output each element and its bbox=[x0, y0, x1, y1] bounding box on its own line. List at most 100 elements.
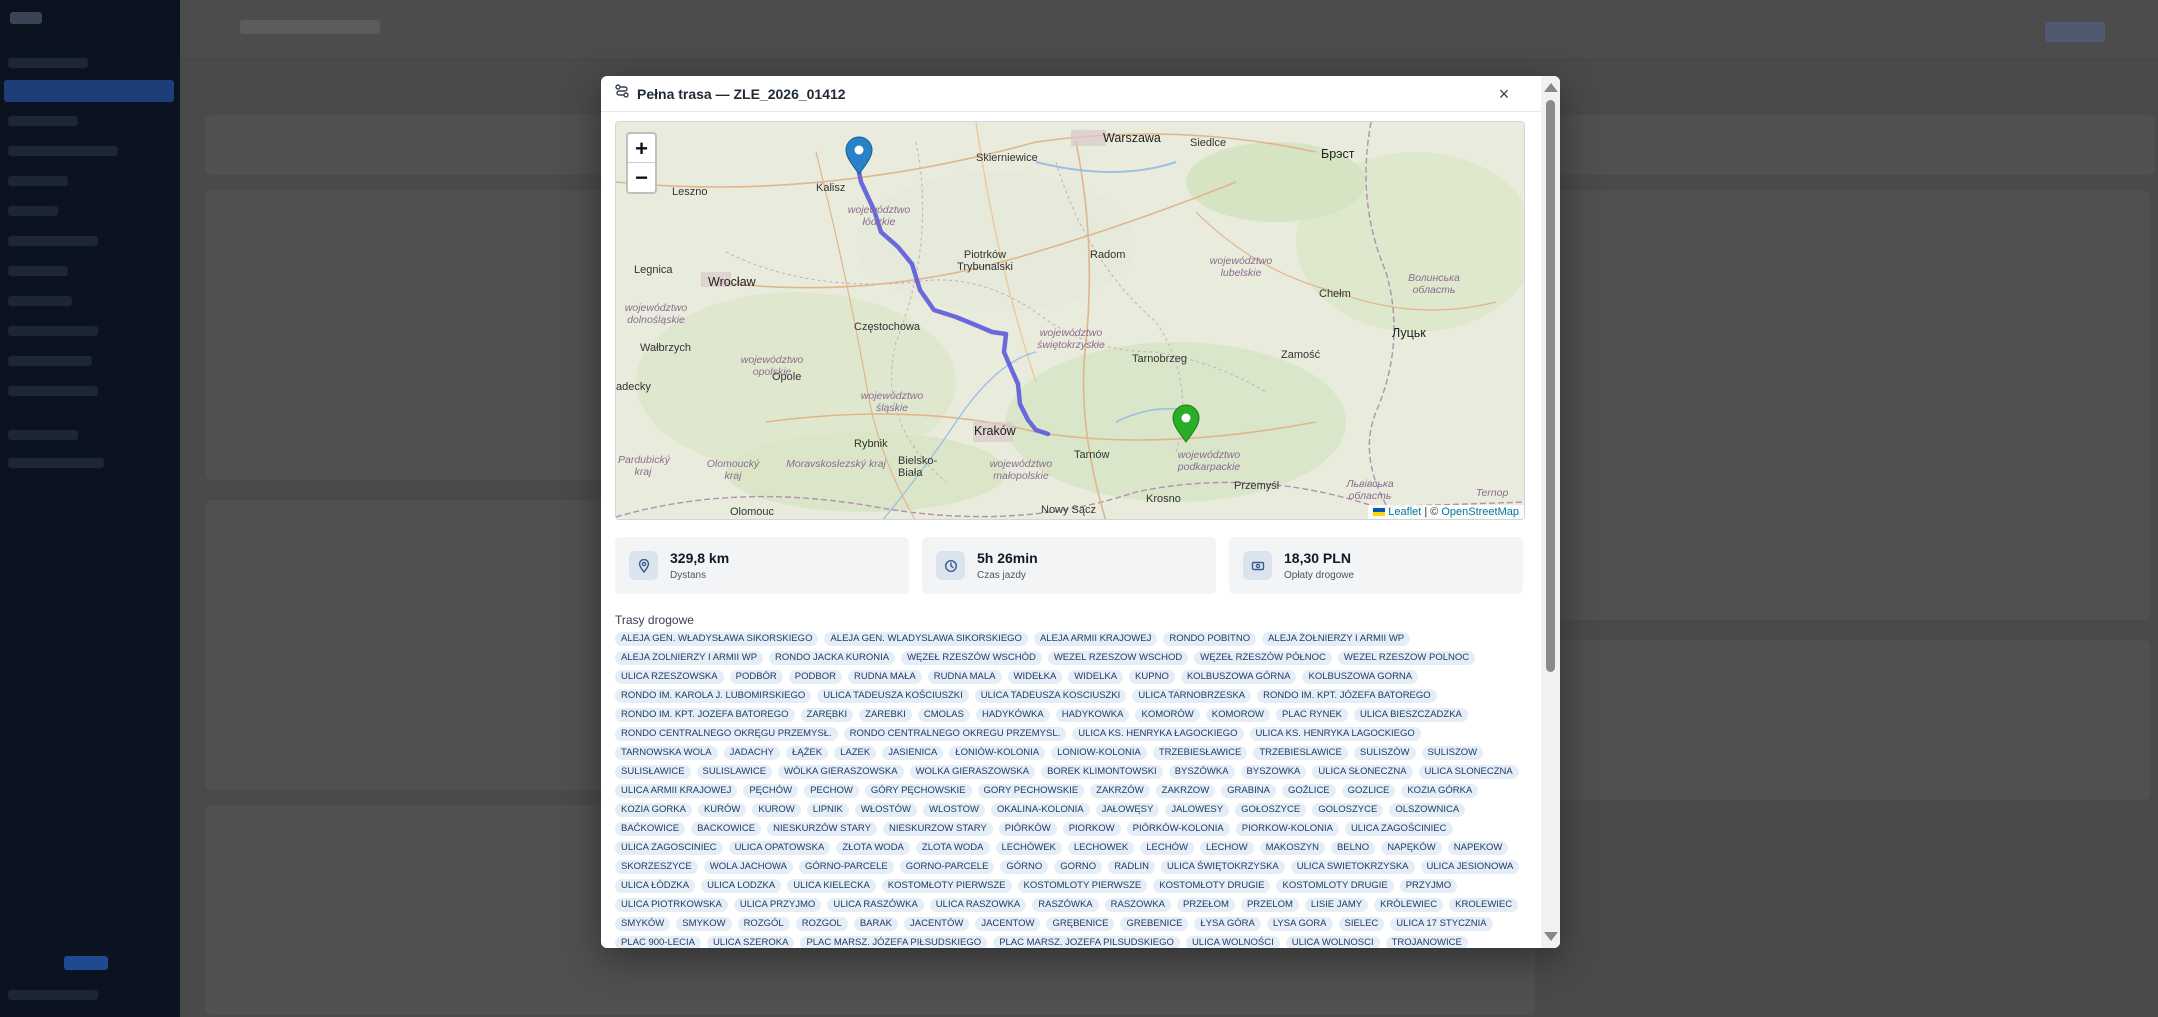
road-tag: ULICA RZESZOWSKA bbox=[615, 670, 724, 684]
map-label-city: Chełm bbox=[1319, 288, 1351, 300]
road-tag: BELNO bbox=[1330, 841, 1376, 855]
map-label-city: Nowy Sącz bbox=[1041, 504, 1097, 516]
map-label-city: Legnica bbox=[634, 264, 673, 276]
road-tag: PIÓRKÓW-KOLONIA bbox=[1126, 822, 1230, 836]
leaflet-link[interactable]: Leaflet bbox=[1388, 506, 1421, 518]
map-label-city: Warszawa bbox=[1103, 131, 1161, 145]
road-tag: KOMORÓW bbox=[1135, 708, 1200, 722]
road-tag: ULICA BIESZCZADZKA bbox=[1354, 708, 1468, 722]
road-tag: ŁYSA GÓRA bbox=[1194, 917, 1261, 931]
road-tag: OKALINA-KOLONIA bbox=[991, 803, 1090, 817]
road-tag: ALEJA ŻOŁNIERZY I ARMII WP bbox=[1262, 632, 1411, 646]
road-tag: KOZIA GÓRKA bbox=[1401, 784, 1479, 798]
road-tag: GÓRNO-PARCELE bbox=[799, 860, 894, 874]
road-tag: ROZGOL bbox=[795, 917, 848, 931]
map-label-city: Skierniewice bbox=[976, 152, 1038, 164]
road-tag: ŁONIÓW-KOLONIA bbox=[949, 746, 1046, 760]
map-label-city: Krosno bbox=[1146, 493, 1181, 505]
map-label-region: województwo lubelskie bbox=[1209, 255, 1273, 279]
road-tag: ULICA LODZKA bbox=[701, 879, 782, 893]
road-tag: WOLA JACHOWA bbox=[703, 860, 793, 874]
road-tag: ULICA TARNOBRZESKA bbox=[1132, 689, 1252, 703]
road-tag: PIÓRKÓW bbox=[998, 822, 1057, 836]
modal-scrollbar[interactable] bbox=[1541, 76, 1560, 948]
stat-value: 18,30 PLN bbox=[1284, 550, 1351, 566]
close-button[interactable]: × bbox=[1495, 85, 1513, 103]
road-tag: ULICA WOLNOSCI bbox=[1285, 936, 1380, 948]
road-tag: ULICA SWIETOKRZYSKA bbox=[1290, 860, 1415, 874]
road-tag: NAPĘKÓW bbox=[1381, 841, 1442, 855]
road-tag: RONDO CENTRALNEGO OKRĘGU PRZEMYSŁ. bbox=[615, 727, 838, 741]
scroll-thumb[interactable] bbox=[1546, 100, 1555, 672]
road-tag: PECHOW bbox=[804, 784, 859, 798]
road-tag: BARAK bbox=[853, 917, 899, 931]
road-tag: JAŁOWĘSY bbox=[1095, 803, 1160, 817]
road-tag: GRĘBENICE bbox=[1046, 917, 1115, 931]
modal-header: Pełna trasa — ZLE_2026_01412 × bbox=[601, 76, 1541, 112]
zoom-control: + − bbox=[626, 132, 657, 194]
road-tag: ULICA WOLNOŚCI bbox=[1185, 936, 1280, 948]
road-tag: ULICA ŁÓDZKA bbox=[615, 879, 696, 893]
road-tag: WÓLKA GIERASZOWSKA bbox=[778, 765, 904, 779]
roads-section-title: Trasy drogowe bbox=[615, 613, 694, 627]
road-tag: GORY PECHOWSKIE bbox=[977, 784, 1085, 798]
road-tag: GOŹLICE bbox=[1281, 784, 1336, 798]
road-tag: SULISZÓW bbox=[1353, 746, 1416, 760]
road-tag: SIELEC bbox=[1338, 917, 1385, 931]
route-modal: Pełna trasa — ZLE_2026_01412 × Warszawa … bbox=[601, 76, 1560, 948]
road-tag: ULICA RASZÓWKA bbox=[827, 898, 924, 912]
road-tag: ULICA 17 STYCZNIA bbox=[1390, 917, 1493, 931]
openstreetmap-link[interactable]: OpenStreetMap bbox=[1441, 506, 1519, 518]
road-tag: RONDO IM. KPT. JÓZEFA BATOREGO bbox=[1257, 689, 1437, 703]
zoom-out-button[interactable]: − bbox=[628, 163, 655, 192]
road-tag: TROJANOWICE bbox=[1385, 936, 1468, 948]
road-tag: ULICA ZAGOŚCINIEC bbox=[1344, 822, 1453, 836]
road-tag: RONDO CENTRALNEGO OKREGU PRZEMYSL. bbox=[843, 727, 1067, 741]
map-label-city: Leszno bbox=[672, 186, 708, 198]
road-tag: RONDO IM. KPT. JOZEFA BATOREGO bbox=[615, 708, 795, 722]
road-tag: WEZEL RZESZOW WSCHOD bbox=[1047, 651, 1189, 665]
road-tag: ULICA PRZYJMO bbox=[733, 898, 822, 912]
road-tag: RONDO JACKA KURONIA bbox=[769, 651, 896, 665]
app-root: Pełna trasa — ZLE_2026_01412 × Warszawa … bbox=[0, 0, 2158, 1017]
road-tag: ZAKRZÓW bbox=[1090, 784, 1150, 798]
stat-label: Opłaty drogowe bbox=[1284, 570, 1355, 581]
clock-icon bbox=[936, 551, 965, 580]
road-tag: RUDNA MAŁA bbox=[847, 670, 922, 684]
road-tag: SKORZESZYCE bbox=[615, 860, 698, 874]
map-label-region: województwo podkarpackie bbox=[1177, 449, 1241, 473]
road-tag: ZAREBKI bbox=[859, 708, 912, 722]
road-tag: MAKOSZYN bbox=[1259, 841, 1325, 855]
road-tag: KOSTOMŁOTY PIERWSZE bbox=[881, 879, 1012, 893]
road-tag: TRZEBIESLAWICE bbox=[1253, 746, 1348, 760]
road-tag: WIDEŁKA bbox=[1007, 670, 1063, 684]
stat-duration: 5h 26min Czas jazdy bbox=[922, 537, 1216, 594]
map-label-city: Tarnów bbox=[1074, 449, 1110, 461]
map-label-city: Kalisz bbox=[816, 182, 846, 194]
scroll-up-arrow-icon[interactable] bbox=[1544, 83, 1558, 92]
zoom-in-button[interactable]: + bbox=[628, 134, 655, 163]
map-label-city: Луцьк bbox=[1392, 326, 1426, 340]
road-tag: SULISZOW bbox=[1421, 746, 1484, 760]
road-tag: WEZEL RZESZOW POLNOC bbox=[1337, 651, 1476, 665]
road-tag: LECHÓWEK bbox=[995, 841, 1062, 855]
road-tag: KUROW bbox=[752, 803, 801, 817]
road-tag: WIDELKA bbox=[1068, 670, 1124, 684]
road-tag: BAĆKOWICE bbox=[615, 822, 686, 836]
ukraine-flag-icon bbox=[1373, 508, 1386, 516]
road-tag: RONDO IM. KAROLA J. LUBOMIRSKIEGO bbox=[615, 689, 812, 703]
stat-value: 329,8 km bbox=[670, 550, 730, 566]
road-tag: ALEJA ARMII KRAJOWEJ bbox=[1033, 632, 1158, 646]
map-label-region: Moravskoslezský kraj bbox=[786, 458, 886, 470]
road-tag: BOREK KLIMONTOWSKI bbox=[1041, 765, 1163, 779]
road-tag: HADYKOWKA bbox=[1055, 708, 1130, 722]
road-tag: KOSTOMŁOTY DRUGIE bbox=[1153, 879, 1271, 893]
road-tag: KOMOROW bbox=[1205, 708, 1270, 722]
road-tag: RASZOWKA bbox=[1104, 898, 1172, 912]
road-tag: PLAC 900-LECIA bbox=[615, 936, 701, 948]
map-label-region: Волинська область bbox=[1408, 272, 1460, 296]
road-tag: SULISLAWICE bbox=[696, 765, 773, 779]
modal-title: Pełna trasa — ZLE_2026_01412 bbox=[637, 85, 846, 102]
scroll-down-arrow-icon[interactable] bbox=[1544, 932, 1558, 941]
route-map[interactable]: Warszawa Siedlce Брэст Skierniewice Kali… bbox=[615, 121, 1525, 520]
